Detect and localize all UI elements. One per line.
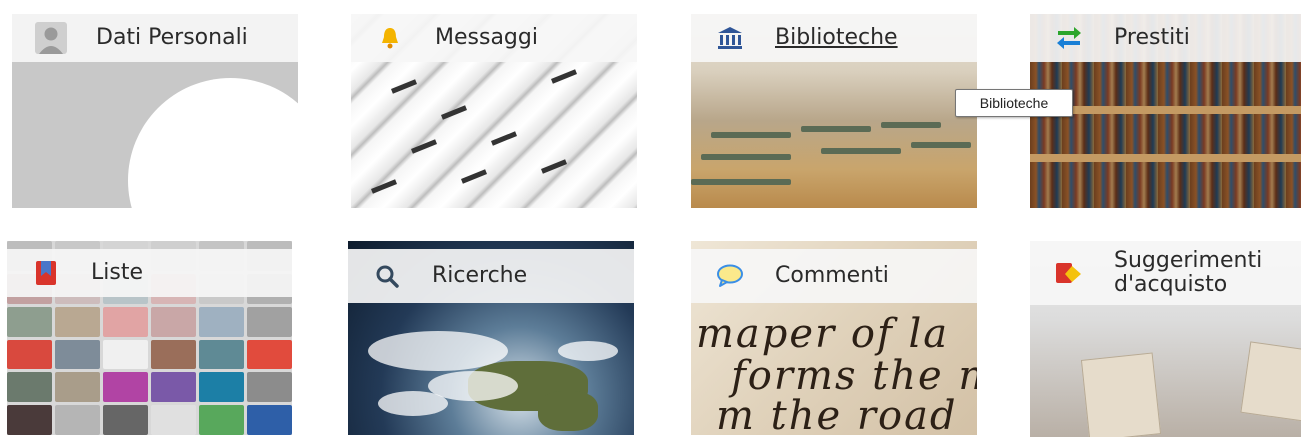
tile-header: Suggerimenti d'acquisto xyxy=(1030,241,1301,305)
tile-header: Ricerche xyxy=(348,249,634,303)
tile-header: Commenti xyxy=(691,249,977,303)
tile-ricerche[interactable]: Ricerche xyxy=(348,241,634,435)
tile-label: Messaggi xyxy=(435,24,538,50)
tile-biblioteche[interactable]: Biblioteche xyxy=(691,14,977,208)
swap-arrows-icon xyxy=(1052,21,1086,55)
tile-label: Prestiti xyxy=(1114,24,1190,50)
tile-liste[interactable]: Liste xyxy=(7,241,292,435)
ballot-suggestion-icon xyxy=(1052,256,1086,290)
tile-suggerimenti-acquisto[interactable]: Suggerimenti d'acquisto xyxy=(1030,241,1301,437)
tile-messaggi[interactable]: Messaggi xyxy=(351,14,637,208)
search-icon xyxy=(370,259,404,293)
tile-commenti[interactable]: maper of la forms the n m the road Comme… xyxy=(691,241,977,435)
tile-header: Messaggi xyxy=(351,14,637,62)
tile-label: Dati Personali xyxy=(96,24,248,50)
tile-label: Biblioteche xyxy=(775,24,898,50)
speech-bubble-icon xyxy=(713,259,747,293)
bookmark-book-icon xyxy=(29,256,63,290)
tooltip: Biblioteche xyxy=(955,89,1073,117)
user-avatar-icon xyxy=(34,21,68,55)
tile-label: Liste xyxy=(91,259,143,285)
tile-header: Prestiti xyxy=(1030,14,1301,62)
tile-dati-personali[interactable]: Dati Personali xyxy=(12,14,298,208)
tile-label: Suggerimenti d'acquisto xyxy=(1114,247,1263,297)
tile-header: Biblioteche xyxy=(691,14,977,62)
tile-label: Ricerche xyxy=(432,262,528,288)
tile-label: Commenti xyxy=(775,262,889,288)
tile-header: Dati Personali xyxy=(12,14,298,62)
library-building-icon xyxy=(713,21,747,55)
bell-icon xyxy=(373,21,407,55)
tile-header: Liste xyxy=(7,249,292,297)
